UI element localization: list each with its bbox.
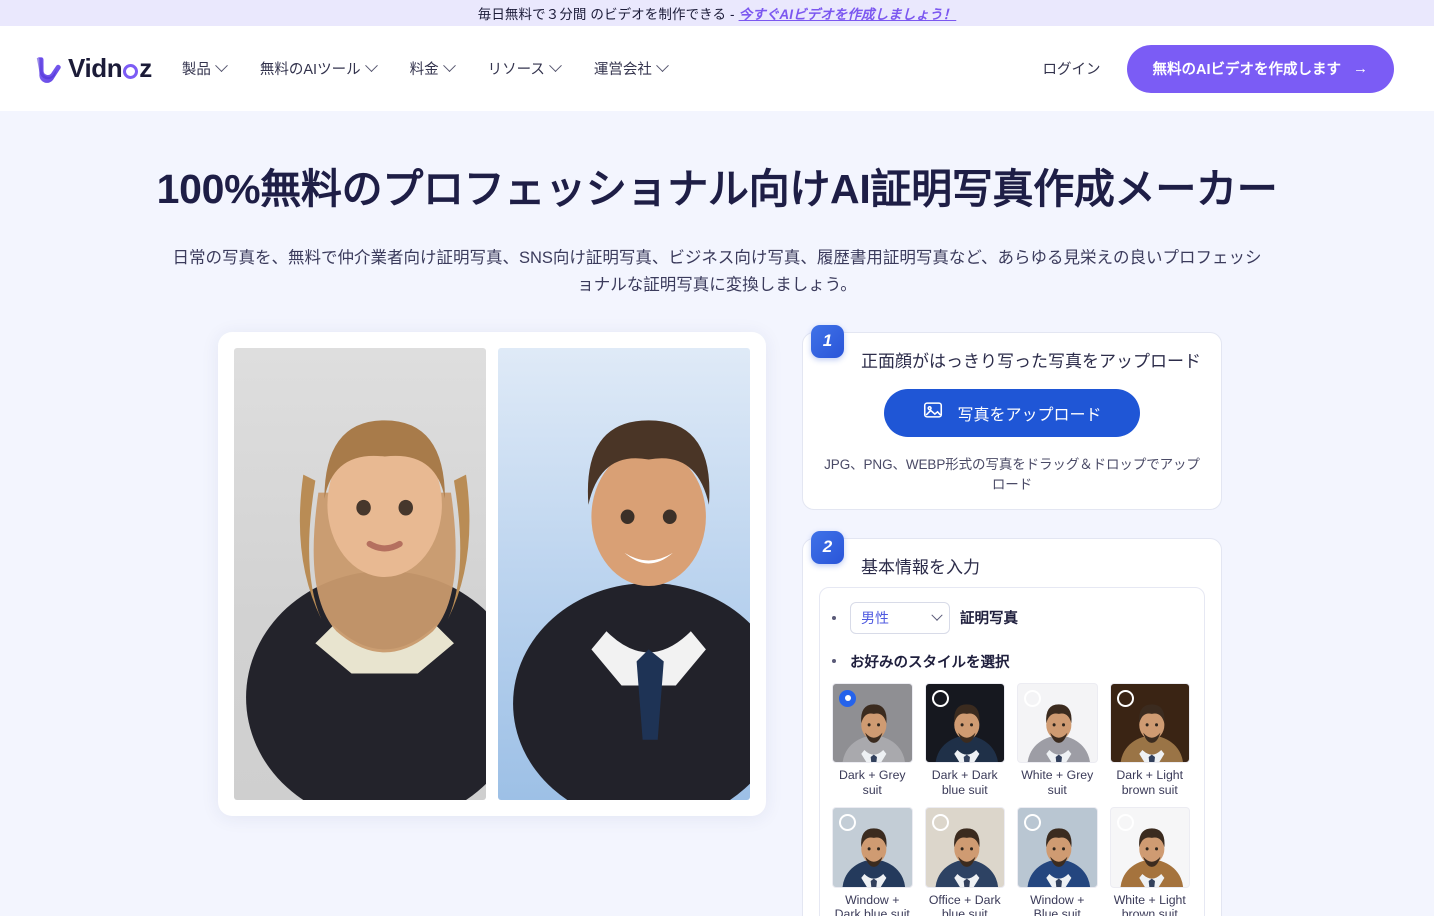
logo-text-part1: Vidn [68, 53, 123, 83]
gender-select[interactable]: 男性 [850, 601, 950, 634]
nav-item-label: リソース [487, 62, 545, 78]
upload-row: 写真をアップロード [819, 388, 1205, 437]
chevron-down-icon [442, 59, 456, 73]
arrow-right-icon: → [1353, 60, 1368, 77]
header-actions: ログイン 無料のAIビデオを作成します → [1043, 44, 1394, 93]
style-option-dark-grey-suit[interactable]: Dark + Grey suit [832, 682, 913, 798]
nav-item-label: 無料のAIツール [259, 62, 361, 78]
basic-info-box: 男性 証明写真 お好みのスタイルを選択 Dark + Grey suit Dark… [819, 586, 1205, 916]
style-option-office-dark-blue-suit[interactable]: Office + Dark blue suit [924, 807, 1005, 916]
style-thumbnail[interactable] [832, 682, 913, 764]
sample-photo-man [498, 347, 750, 800]
cta-label: 無料のAIビデオを作成します [1152, 62, 1342, 78]
style-radio-icon[interactable] [1116, 814, 1134, 832]
nav-item-label: 運営会社 [593, 62, 652, 78]
upload-photo-label: 写真をアップロード [957, 406, 1102, 424]
style-option-label: Office + Dark blue suit [928, 892, 1001, 916]
nav-item-company[interactable]: 運営会社 [593, 58, 669, 79]
style-thumbnail[interactable] [1109, 807, 1190, 888]
step-1-heading: 正面顔がはっきり写った写真をアップロード [861, 351, 1201, 371]
style-option-label: Window + Blue suit [1030, 892, 1085, 916]
bullet-icon [832, 659, 836, 664]
style-option-white-grey-suit[interactable]: White + Grey suit [1017, 682, 1098, 798]
chevron-down-icon [931, 609, 943, 621]
nav-item-products[interactable]: 製品 [181, 58, 228, 79]
main-content: 1 正面顔がはっきり写った写真をアップロード 写真をアップロード JPG、PNG… [0, 324, 1434, 916]
chevron-down-icon [655, 59, 669, 73]
image-upload-icon [922, 399, 944, 426]
main-nav: 製品 無料のAIツール 料金 リソース 運営会社 [181, 58, 669, 79]
style-grid: Dark + Grey suit Dark + Dark blue suit Whi… [832, 682, 1190, 916]
style-radio-icon[interactable] [931, 814, 949, 832]
gender-select-value: 男性 [861, 609, 889, 626]
logo-text-part2: z [139, 53, 152, 83]
page-title: 100%無料のプロフェッショナル向けAI証明写真作成メーカー [156, 166, 1278, 212]
style-radio-icon[interactable] [1024, 689, 1041, 707]
nav-item-label: 料金 [409, 62, 439, 78]
logo[interactable]: Vidn z [30, 52, 152, 86]
chevron-down-icon [548, 59, 562, 73]
step-1-badge: 1 [811, 324, 844, 358]
step-1-card: 1 正面顔がはっきり写った写真をアップロード 写真をアップロード JPG、PNG… [802, 324, 1222, 510]
style-section-label: お好みのスタイルを選択 [850, 654, 1010, 671]
site-header: Vidn z 製品 無料のAIツール 料金 リソース 運営会社 ログイン 無料の… [0, 26, 1434, 111]
announcement-cta-link[interactable]: 今すぐAIビデオを作成しましょう！ [739, 3, 957, 23]
sample-photo-woman [234, 347, 486, 800]
step-2-card: 2 基本情報を入力 男性 証明写真 お好みのスタイルを選択 Dark + Gre… [802, 530, 1222, 916]
nav-item-resources[interactable]: リソース [487, 58, 562, 79]
style-thumbnail[interactable] [1109, 682, 1190, 764]
style-thumbnail[interactable] [832, 807, 913, 888]
style-thumbnail[interactable] [924, 682, 1005, 764]
step-2-badge: 2 [811, 530, 844, 564]
nav-item-free-ai-tools[interactable]: 無料のAIツール [259, 58, 378, 79]
login-link[interactable]: ログイン [1043, 58, 1101, 79]
style-option-dark-light-brown-suit[interactable]: Dark + Light brown suit [1109, 682, 1190, 798]
step-2-heading: 基本情報を入力 [861, 557, 980, 577]
upload-hint-text: JPG、PNG、WEBP形式の写真をドラッグ＆ドロップでアップロード [824, 456, 1200, 492]
announcement-text: 毎日無料で３分間 のビデオを制作できる - [477, 7, 735, 22]
preview-card [218, 331, 766, 816]
vidnoz-v-mark-icon [30, 52, 64, 86]
style-option-label: Dark + Dark blue suit [931, 768, 998, 797]
nav-item-pricing[interactable]: 料金 [409, 58, 456, 79]
style-radio-icon[interactable] [1116, 689, 1134, 707]
chevron-down-icon [364, 59, 378, 73]
style-option-label: White + Grey suit [1021, 768, 1094, 797]
style-thumbnail[interactable] [1017, 682, 1098, 764]
style-option-window-dark-blue-suit[interactable]: Window + Dark blue suit [832, 807, 913, 916]
steps-column: 1 正面顔がはっきり写った写真をアップロード 写真をアップロード JPG、PNG… [802, 324, 1222, 916]
style-option-label: White + Light brown suit [1113, 892, 1186, 916]
upload-photo-button[interactable]: 写真をアップロード [884, 388, 1140, 437]
style-option-dark-dark-blue-suit[interactable]: Dark + Dark blue suit [924, 682, 1005, 798]
style-option-white-light-brown-suit[interactable]: White + Light brown suit [1109, 807, 1190, 916]
style-radio-icon[interactable] [839, 689, 856, 707]
style-option-label: Dark + Light brown suit [1116, 768, 1184, 797]
logo-text: Vidn z [68, 53, 152, 84]
nav-item-label: 製品 [181, 62, 211, 78]
photo-type-label: 証明写真 [960, 611, 1018, 628]
gender-field-row: 男性 証明写真 [832, 601, 1190, 634]
announcement-bar: 毎日無料で３分間 のビデオを制作できる - 今すぐAIビデオを作成しましょう！ [0, 0, 1434, 26]
style-option-label: Dark + Grey suit [838, 768, 906, 797]
style-radio-icon[interactable] [931, 689, 949, 707]
page-subtitle: 日常の写真を、無料で仲介業者向け証明写真、SNS向け証明写真、ビジネス向け写真、… [172, 249, 1262, 295]
logo-o-circle-icon [123, 64, 139, 79]
create-free-ai-video-button[interactable]: 無料のAIビデオを作成します → [1126, 44, 1394, 93]
style-section-label-row: お好みのスタイルを選択 [832, 651, 1190, 672]
style-option-label: Window + Dark blue suit [834, 892, 910, 916]
style-thumbnail[interactable] [1017, 807, 1098, 888]
chevron-down-icon [215, 59, 228, 73]
style-thumbnail[interactable] [924, 807, 1005, 888]
bullet-icon [832, 615, 836, 620]
style-option-window-blue-suit[interactable]: Window + Blue suit [1017, 807, 1098, 916]
